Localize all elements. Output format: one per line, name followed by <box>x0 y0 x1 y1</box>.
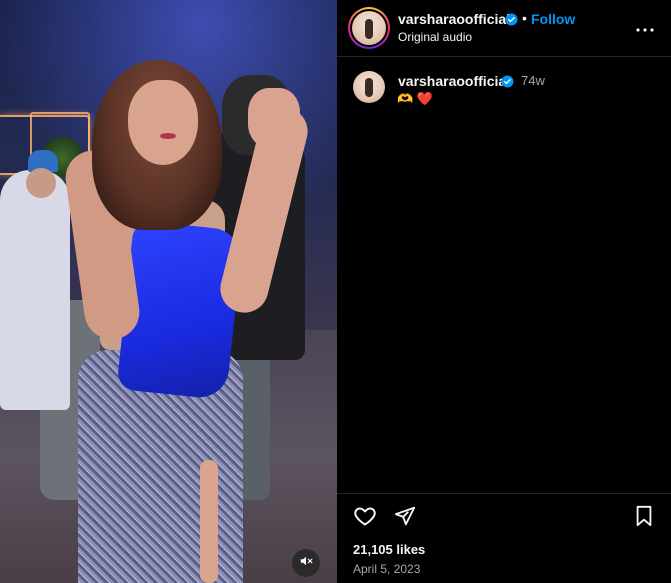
bookmark-icon <box>634 505 654 532</box>
more-options-icon <box>636 19 654 37</box>
more-options-button[interactable] <box>633 16 657 40</box>
send-icon <box>394 505 416 532</box>
post-video[interactable] <box>0 0 337 583</box>
post-actions-bar <box>337 505 671 535</box>
save-button[interactable] <box>631 505 657 531</box>
dancer-right-hand <box>248 88 300 148</box>
caption-text: 🫶 ❤️ <box>397 91 433 106</box>
header-divider <box>337 56 671 57</box>
share-button[interactable] <box>392 505 418 531</box>
actions-divider <box>337 493 671 494</box>
avatar[interactable] <box>353 71 385 103</box>
mute-toggle-button[interactable] <box>292 549 320 577</box>
avatar <box>352 11 386 45</box>
post-header: varsharaoofficial • Follow Original audi… <box>337 0 671 56</box>
heart-icon <box>353 504 377 533</box>
likes-count[interactable]: 21,105 likes <box>353 542 425 557</box>
caption-timestamp[interactable]: 74w <box>521 73 545 88</box>
post-date[interactable]: April 5, 2023 <box>353 562 420 576</box>
audio-link[interactable]: Original audio <box>398 30 472 44</box>
post-side-panel: varsharaoofficial • Follow Original audi… <box>337 0 671 583</box>
speaker-muted-icon <box>299 554 313 573</box>
dancer-leg <box>200 460 218 583</box>
separator-dot: • <box>522 10 527 26</box>
story-avatar[interactable] <box>348 7 390 49</box>
caption-username[interactable]: varsharaoofficial <box>398 73 510 89</box>
verified-badge-icon <box>505 13 518 26</box>
follow-button[interactable]: Follow <box>531 11 575 27</box>
like-button[interactable] <box>352 505 378 531</box>
background-person <box>0 170 70 410</box>
background-person-face <box>26 168 56 198</box>
dancer-lips <box>160 133 176 139</box>
dancer-face <box>128 80 198 165</box>
author-username[interactable]: varsharaoofficial <box>398 11 510 27</box>
verified-badge-icon <box>501 75 514 88</box>
